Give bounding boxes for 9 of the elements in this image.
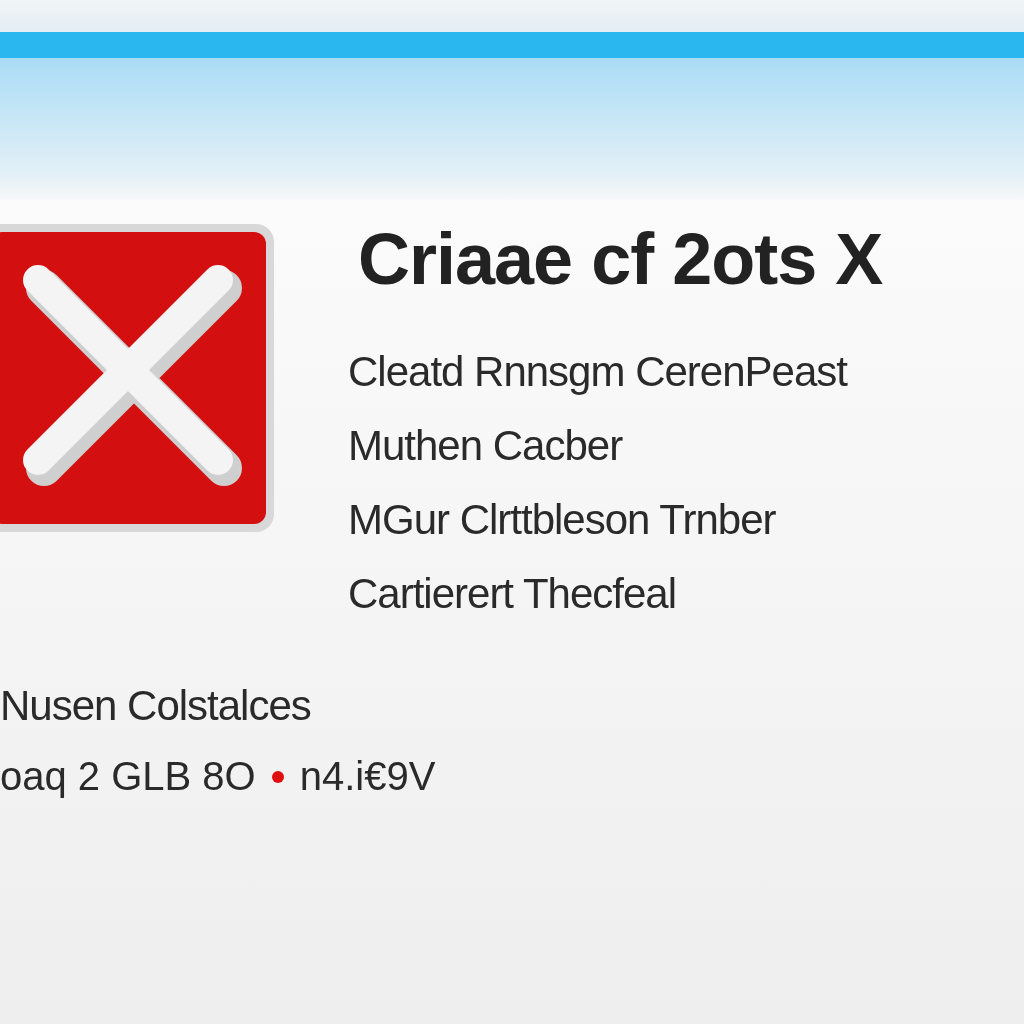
message-line: Cleatd Rnnsgm CerenPeast	[348, 348, 849, 396]
dialog-title: Criaae cf 2ots X	[358, 218, 883, 300]
message-line: Cartierert Thecfeal	[348, 570, 678, 618]
footer-heading: Nusen Colstalces	[0, 682, 312, 730]
dot-icon	[271, 770, 284, 783]
message-line: MGur Clrttbleson Trnber	[348, 496, 777, 544]
message-line: Muthen Cacber	[348, 422, 624, 470]
error-code: oaq 2 GLB 8O	[0, 754, 256, 799]
error-detail: n4.i€9V	[299, 754, 436, 799]
